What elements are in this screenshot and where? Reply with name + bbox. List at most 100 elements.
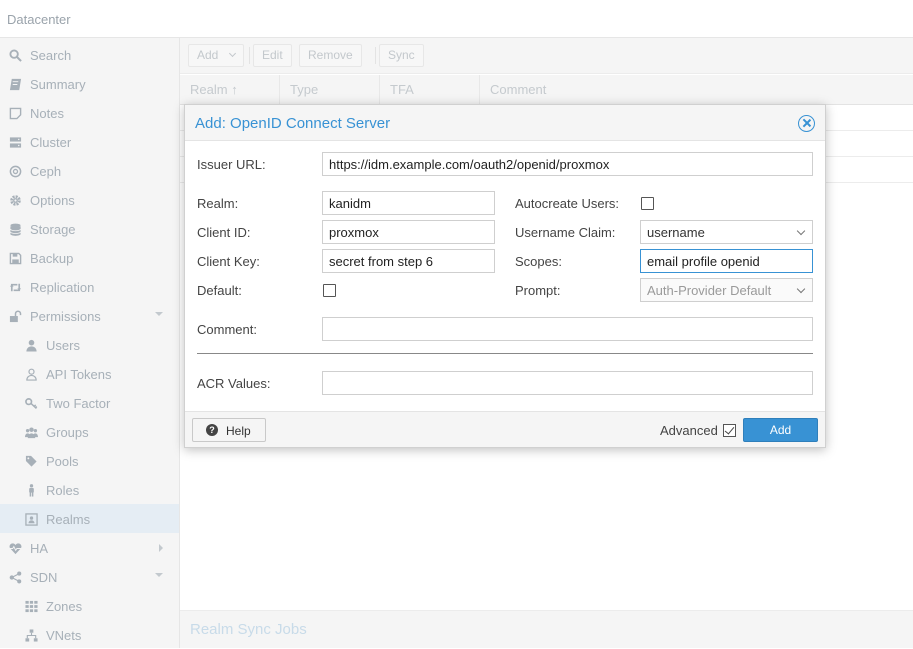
prompt-value: Auth-Provider Default — [647, 283, 772, 298]
users-icon — [25, 427, 38, 439]
sidebar-item-notes[interactable]: Notes — [0, 98, 179, 127]
sidebar-item-ha[interactable]: HA — [0, 533, 179, 562]
id-card-icon — [25, 513, 38, 526]
sidebar-item-label: Summary — [30, 77, 86, 92]
collapse-chevron-icon[interactable] — [155, 312, 163, 316]
ceph-icon — [9, 165, 22, 178]
add-button[interactable]: Add — [743, 418, 818, 442]
floppy-icon — [9, 252, 22, 265]
issuer-url-label: Issuer URL: — [197, 157, 266, 172]
server-icon — [9, 137, 22, 148]
retweet-icon — [9, 283, 22, 292]
comment-label: Comment: — [197, 322, 257, 337]
column-header-realm[interactable]: Realm ↑ — [180, 75, 280, 105]
column-header-tfa[interactable]: TFA — [380, 75, 480, 105]
grid-icon — [25, 600, 38, 613]
sidebar-item-backup[interactable]: Backup — [0, 243, 179, 272]
autocreate-users-checkbox[interactable] — [641, 197, 654, 210]
comment-input[interactable] — [322, 317, 813, 341]
sidebar-item-two-factor[interactable]: Two Factor — [0, 388, 179, 417]
help-button[interactable]: ? Help — [192, 418, 266, 442]
sidebar-item-replication[interactable]: Replication — [0, 272, 179, 301]
sidebar-item-sdn[interactable]: SDN — [0, 562, 179, 591]
sidebar-item-summary[interactable]: Summary — [0, 69, 179, 98]
notes-icon — [9, 107, 22, 120]
sidebar-item-label: Ceph — [30, 164, 62, 179]
sidebar-item-storage[interactable]: Storage — [0, 214, 179, 243]
sync-button[interactable]: Sync — [379, 44, 424, 67]
datacenter-title: Datacenter — [7, 12, 71, 27]
client-id-input[interactable] — [322, 220, 495, 244]
user-icon — [26, 339, 37, 352]
database-icon — [10, 223, 21, 236]
username-claim-combobox[interactable]: username — [640, 220, 813, 244]
sidebar-item-zones[interactable]: Zones — [0, 591, 179, 620]
sort-ascending-icon: ↑ — [231, 82, 238, 97]
sidebar-item-label: Notes — [30, 106, 64, 121]
male-icon — [29, 484, 34, 497]
sidebar-item-ceph[interactable]: Ceph — [0, 156, 179, 185]
realm-label: Realm: — [197, 196, 239, 211]
sidebar-item-users[interactable]: Users — [0, 330, 179, 359]
prompt-label: Prompt: — [515, 283, 561, 298]
sidebar-item-label: Pools — [46, 454, 79, 469]
sidebar-item-options[interactable]: Options — [0, 185, 179, 214]
acr-values-input[interactable] — [322, 371, 813, 395]
issuer-url-input[interactable] — [322, 152, 813, 176]
sidebar-item-label: Storage — [30, 222, 76, 237]
client-key-label: Client Key: — [197, 254, 260, 269]
close-icon[interactable] — [798, 115, 815, 132]
sidebar: Search Summary Notes Cluster Ceph Option… — [0, 38, 180, 648]
sidebar-item-permissions[interactable]: Permissions — [0, 301, 179, 330]
default-checkbox[interactable] — [323, 284, 336, 297]
heartbeat-icon — [9, 543, 22, 555]
network-icon — [25, 629, 38, 642]
chevron-down-icon[interactable] — [796, 226, 806, 236]
sidebar-item-label: Zones — [46, 599, 83, 614]
collapse-chevron-icon[interactable] — [155, 573, 163, 577]
default-label: Default: — [197, 283, 242, 298]
key-icon — [25, 398, 38, 409]
advanced-checkbox[interactable] — [723, 424, 736, 437]
column-header-type[interactable]: Type — [280, 75, 380, 105]
expand-chevron-icon[interactable] — [159, 544, 163, 552]
sidebar-item-label: Options — [30, 193, 75, 208]
dialog-footer: ? Help Advanced Add — [185, 411, 825, 447]
acr-values-label: ACR Values: — [197, 376, 271, 391]
sidebar-item-label: Roles — [46, 483, 80, 498]
gear-icon — [10, 195, 21, 206]
realm-sync-jobs-title: Realm Sync Jobs — [190, 621, 307, 638]
realm-sync-jobs-panel: Realm Sync Jobs — [180, 610, 913, 648]
realm-input[interactable] — [322, 191, 495, 215]
sidebar-item-label: Users — [46, 338, 80, 353]
sidebar-item-label: Groups — [46, 425, 89, 440]
add-menu-button[interactable]: Add — [188, 44, 244, 67]
chevron-down-icon[interactable] — [796, 284, 806, 294]
help-button-label: Help — [226, 424, 251, 438]
edit-button[interactable]: Edit — [253, 44, 292, 67]
advanced-separator — [197, 353, 813, 354]
top-bar: Datacenter — [0, 0, 913, 38]
column-header-label: Realm — [190, 82, 228, 97]
sidebar-item-roles[interactable]: Roles — [0, 475, 179, 504]
remove-button[interactable]: Remove — [299, 44, 362, 67]
sidebar-item-groups[interactable]: Groups — [0, 417, 179, 446]
sidebar-item-label: Cluster — [30, 135, 72, 150]
sidebar-item-realms[interactable]: Realms — [0, 504, 179, 533]
sidebar-item-pools[interactable]: Pools — [0, 446, 179, 475]
prompt-combobox[interactable]: Auth-Provider Default — [640, 278, 813, 302]
tags-icon — [25, 455, 37, 467]
sidebar-item-label: API Tokens — [46, 367, 112, 382]
sidebar-item-cluster[interactable]: Cluster — [0, 127, 179, 156]
scopes-input[interactable] — [640, 249, 813, 273]
sidebar-item-api-tokens[interactable]: API Tokens — [0, 359, 179, 388]
column-header-comment[interactable]: Comment — [480, 75, 913, 105]
advanced-label: Advanced — [660, 423, 718, 438]
client-key-input[interactable] — [322, 249, 495, 273]
search-icon — [9, 49, 22, 62]
toolbar: Add Edit Remove Sync — [180, 38, 913, 74]
sidebar-item-vnets[interactable]: VNets — [0, 620, 179, 649]
chevron-down-icon — [228, 49, 237, 58]
sidebar-item-search[interactable]: Search — [0, 40, 179, 69]
sidebar-item-label: SDN — [30, 570, 58, 585]
